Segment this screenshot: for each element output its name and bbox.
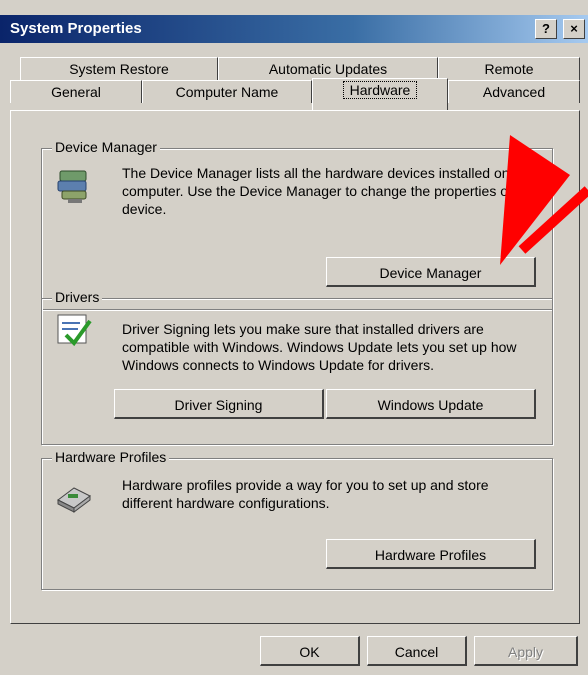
windows-update-button[interactable]: Windows Update bbox=[326, 389, 536, 419]
drivers-group: Drivers Driver Signing lets you make sur… bbox=[41, 289, 553, 445]
hardware-profiles-button[interactable]: Hardware Profiles bbox=[326, 539, 536, 569]
driver-signing-button-label: Driver Signing bbox=[174, 397, 263, 413]
cancel-button[interactable]: Cancel bbox=[367, 636, 467, 666]
tab-advanced[interactable]: Advanced bbox=[448, 80, 580, 103]
device-manager-icon bbox=[54, 167, 94, 207]
tab-computer-name[interactable]: Computer Name bbox=[142, 80, 312, 103]
hardware-profiles-description: Hardware profiles provide a way for you … bbox=[122, 477, 489, 511]
tab-hardware[interactable]: Hardware bbox=[312, 78, 448, 111]
window-title: System Properties bbox=[10, 20, 142, 37]
drivers-description: Driver Signing lets you make sure that i… bbox=[122, 321, 517, 373]
hardware-profiles-group: Hardware Profiles Hardware profiles prov… bbox=[41, 449, 553, 590]
driver-signing-icon bbox=[54, 311, 94, 351]
title-bar[interactable]: System Properties ? × bbox=[0, 15, 588, 43]
tab-system-restore[interactable]: System Restore bbox=[20, 57, 218, 80]
ok-button-label: OK bbox=[299, 644, 320, 660]
tab-hardware-label: Hardware bbox=[342, 81, 418, 99]
cancel-button-label: Cancel bbox=[394, 644, 439, 660]
driver-signing-button[interactable]: Driver Signing bbox=[114, 389, 324, 419]
device-manager-description: The Device Manager lists all the hardwar… bbox=[122, 165, 541, 217]
tab-automatic-updates[interactable]: Automatic Updates bbox=[218, 57, 438, 80]
device-manager-group: Device Manager The Device Manager lists … bbox=[41, 139, 553, 310]
device-manager-legend: Device Manager bbox=[52, 139, 160, 155]
hardware-tab-panel: Device Manager The Device Manager lists … bbox=[10, 110, 580, 624]
system-properties-window: System Properties ? × System Restore Aut… bbox=[0, 0, 588, 675]
tab-remote[interactable]: Remote bbox=[438, 57, 580, 80]
hardware-profiles-legend: Hardware Profiles bbox=[52, 449, 170, 465]
apply-button[interactable]: Apply bbox=[474, 636, 578, 666]
close-button[interactable]: × bbox=[563, 19, 585, 39]
hardware-profiles-icon bbox=[54, 474, 94, 514]
drivers-legend: Drivers bbox=[52, 289, 103, 305]
apply-button-label: Apply bbox=[507, 644, 544, 660]
help-button[interactable]: ? bbox=[535, 19, 557, 39]
device-manager-button-label: Device Manager bbox=[379, 265, 482, 281]
windows-update-button-label: Windows Update bbox=[377, 397, 484, 413]
device-manager-button[interactable]: Device Manager bbox=[326, 257, 536, 287]
ok-button[interactable]: OK bbox=[260, 636, 360, 666]
tab-general[interactable]: General bbox=[10, 80, 142, 103]
hardware-profiles-button-label: Hardware Profiles bbox=[374, 547, 487, 563]
